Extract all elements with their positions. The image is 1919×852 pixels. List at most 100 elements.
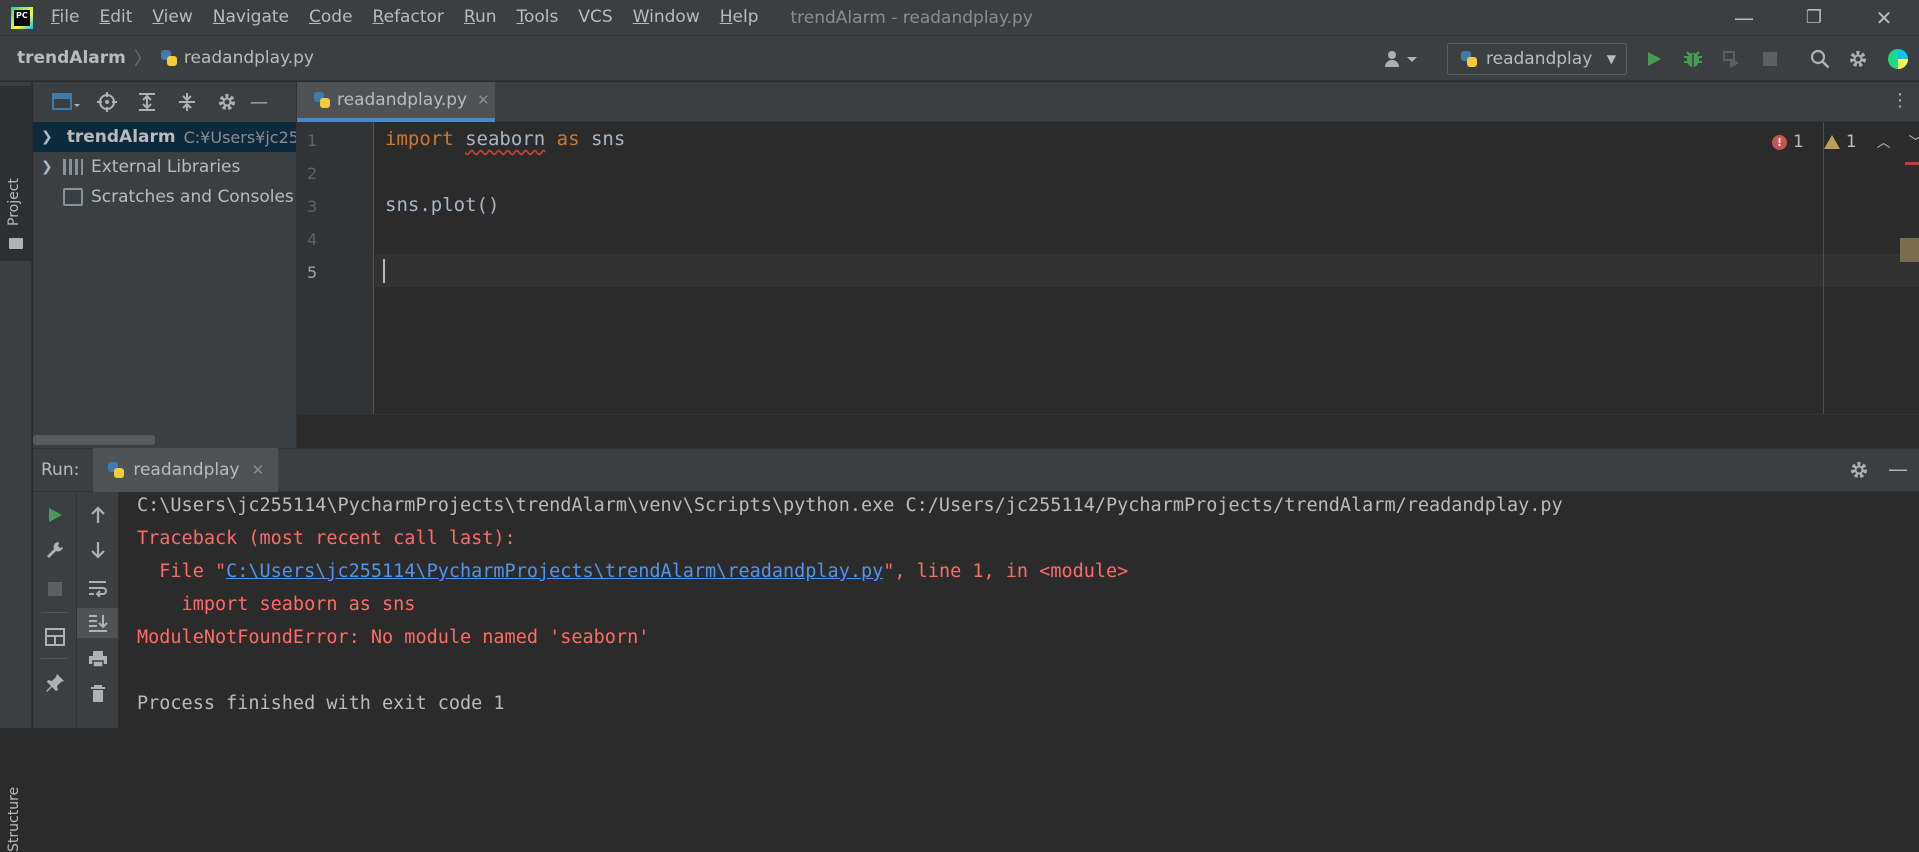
traceback-file-link[interactable]: C:\Users\jc255114\PycharmProjects\trendA… xyxy=(226,561,883,582)
error-stripe-marker[interactable] xyxy=(1905,162,1919,165)
run-configuration-label: readandplay xyxy=(1486,49,1593,69)
gear-icon[interactable] xyxy=(209,89,245,115)
menu-refactor[interactable]: Refactor xyxy=(363,0,454,35)
left-tool-stripe: Project Structure xyxy=(0,82,32,852)
scroll-to-end-icon[interactable] xyxy=(77,608,118,638)
pin-icon[interactable] xyxy=(33,668,76,698)
python-icon xyxy=(1460,50,1478,68)
project-tree: ❯ trendAlarm C:¥Users¥jc255114¥PycharmProj… xyxy=(33,122,296,212)
chevron-right-icon[interactable]: ❯ xyxy=(41,129,53,145)
warning-icon xyxy=(1823,135,1840,149)
locate-icon[interactable] xyxy=(89,89,125,115)
tree-item[interactable]: ❯ External Libraries xyxy=(33,152,296,182)
menu-tools[interactable]: Tools xyxy=(507,0,569,35)
editor-tab-bar: readandplay.py ✕ ⋮ xyxy=(297,82,1919,122)
run-icon[interactable] xyxy=(1641,46,1667,72)
trash-icon[interactable] xyxy=(77,679,118,709)
menu-label: ile xyxy=(59,7,80,27)
tree-item[interactable]: ❯ trendAlarm C:¥Users¥jc255114¥PycharmProj… xyxy=(33,122,296,152)
close-tab-icon[interactable]: ✕ xyxy=(477,91,490,109)
current-line-highlight xyxy=(375,254,1919,287)
menu-mnemonic: N xyxy=(212,7,226,27)
coverage-icon[interactable] xyxy=(1718,46,1744,72)
next-problem-icon[interactable]: ﹀ xyxy=(1909,132,1919,152)
project-stripe-label: Project xyxy=(6,178,22,226)
menu-window[interactable]: Window xyxy=(623,0,710,35)
breadcrumb-project[interactable]: trendAlarm xyxy=(17,48,126,68)
tree-item[interactable]: Scratches and Consoles xyxy=(33,182,296,212)
editor-tab-label: readandplay.py xyxy=(337,90,468,110)
menu-code[interactable]: Code xyxy=(299,0,363,35)
menu-help[interactable]: Help xyxy=(710,0,769,35)
view-mode-icon[interactable] xyxy=(49,89,85,115)
menu-label: elp xyxy=(732,7,759,27)
arrow-down-icon[interactable] xyxy=(77,535,118,565)
scrollbar-thumb[interactable] xyxy=(1900,238,1919,262)
menu-label: avigate xyxy=(225,7,290,27)
editor-tab-readandplay[interactable]: readandplay.py ✕ xyxy=(297,82,495,122)
menu-view[interactable]: View xyxy=(142,0,202,35)
code-line-3: sns.plot() xyxy=(385,194,500,216)
stop-icon[interactable] xyxy=(1757,46,1783,72)
restore-button[interactable]: ❐ xyxy=(1779,0,1849,35)
debug-icon[interactable] xyxy=(1680,46,1706,72)
hide-panel-icon[interactable]: — xyxy=(1888,457,1908,481)
search-icon[interactable] xyxy=(1807,46,1833,72)
menu-bar: File Edit View Navigate Code Refactor Run Tools… xyxy=(41,0,769,35)
title-bar: PC File Edit View Navigate Code Refactor Run To… xyxy=(0,0,1919,35)
console-exit-message: Process finished with exit code 1 xyxy=(137,693,505,714)
hide-icon[interactable]: — xyxy=(249,89,269,115)
menu-navigate[interactable]: Navigate xyxy=(203,0,299,35)
console-traceback-header: Traceback (most recent call last): xyxy=(137,528,516,549)
inspection-widget[interactable]: ! 1 1 ︿ ﹀ xyxy=(1772,132,1919,152)
warning-count: 1 xyxy=(1845,132,1857,152)
layout-icon[interactable] xyxy=(33,622,76,652)
wrench-icon[interactable] xyxy=(33,535,76,565)
menu-mnemonic: C xyxy=(309,7,321,27)
error-count: 1 xyxy=(1793,132,1804,152)
expand-all-icon[interactable] xyxy=(129,89,165,115)
arrow-up-icon[interactable] xyxy=(77,500,118,530)
code-editor[interactable]: import seaborn as sns sns.plot() xyxy=(375,122,1919,414)
project-tool-window-button[interactable]: Project xyxy=(0,86,32,261)
breadcrumb-file[interactable]: readandplay.py xyxy=(184,48,314,68)
run-toolbar-primary xyxy=(33,492,77,728)
structure-stripe-label[interactable]: Structure xyxy=(6,787,22,852)
line-number-gutter: 1 2 3 4 5 xyxy=(297,122,374,414)
run-tab-readandplay[interactable]: readandplay ✕ xyxy=(93,448,279,492)
chevron-right-icon[interactable]: ❯ xyxy=(41,159,57,175)
menu-vcs[interactable]: VCS xyxy=(568,0,622,35)
stop-icon[interactable] xyxy=(33,574,76,604)
menu-label: ools xyxy=(524,7,559,27)
close-tab-icon[interactable]: ✕ xyxy=(252,461,265,479)
previous-problem-icon[interactable]: ︿ xyxy=(1877,132,1891,152)
run-settings-icon[interactable] xyxy=(1849,460,1869,484)
collapse-all-icon[interactable] xyxy=(169,89,205,115)
menu-run[interactable]: Run xyxy=(454,0,507,35)
line-number: 2 xyxy=(307,164,318,183)
menu-file[interactable]: File xyxy=(41,0,89,35)
horizontal-scrollbar[interactable] xyxy=(33,435,155,445)
print-icon[interactable] xyxy=(77,644,118,674)
jetbrains-icon[interactable] xyxy=(1885,46,1911,72)
menu-label: ode xyxy=(320,7,353,27)
line-number: 3 xyxy=(307,197,318,216)
minimize-button[interactable]: — xyxy=(1709,0,1779,35)
console-output[interactable]: C:\Users\jc255114\PycharmProjects\trendA… xyxy=(120,492,1919,728)
menu-mnemonic: W xyxy=(632,7,650,27)
more-options-icon[interactable]: ⋮ xyxy=(1891,90,1909,111)
run-configuration-select[interactable]: readandplay ▼ xyxy=(1447,43,1627,75)
rerun-icon[interactable] xyxy=(33,500,76,530)
logo-text: PC xyxy=(14,9,30,26)
soft-wrap-icon[interactable] xyxy=(77,573,118,603)
close-window-button[interactable]: ✕ xyxy=(1849,0,1919,35)
unresolved-module[interactable]: seaborn xyxy=(465,128,545,150)
settings-icon[interactable] xyxy=(1845,46,1871,72)
menu-mnemonic: R xyxy=(372,7,384,27)
menu-edit[interactable]: Edit xyxy=(89,0,142,35)
traceback-file-suffix: ", line 1, in <module> xyxy=(883,561,1129,582)
console-source-line: import seaborn as sns xyxy=(137,594,416,615)
menu-mnemonic: R xyxy=(463,7,475,27)
user-icon[interactable] xyxy=(1380,46,1422,72)
keyword-import: import xyxy=(385,128,454,150)
